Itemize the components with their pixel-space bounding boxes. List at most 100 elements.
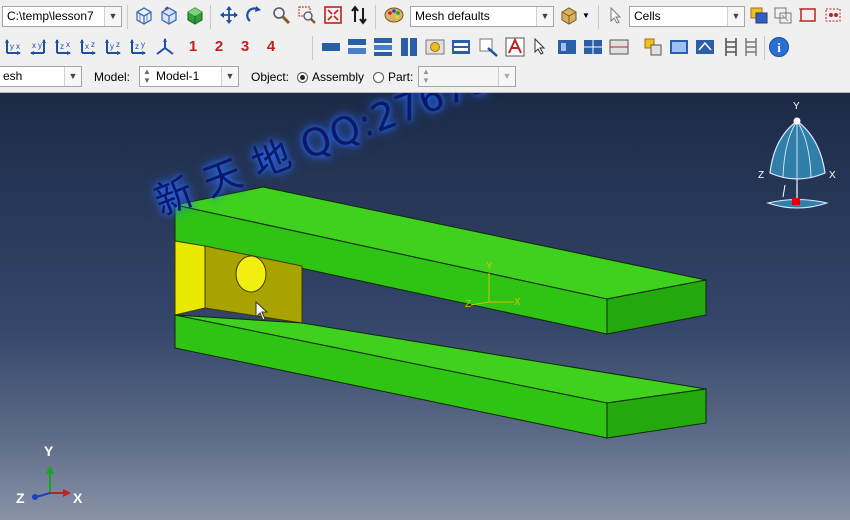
- wireframe-render-icon[interactable]: [133, 5, 155, 27]
- color-palette-icon[interactable]: [383, 5, 405, 27]
- assembly-display-icon[interactable]: [558, 5, 580, 27]
- chevron-down-icon[interactable]: ▼: [104, 7, 121, 26]
- select-inside-icon[interactable]: [748, 5, 770, 27]
- part-combo[interactable]: ▲ ▼ ▼: [418, 66, 516, 87]
- part-label: Part:: [388, 70, 414, 84]
- ladder-tool-icon[interactable]: [720, 36, 742, 58]
- object-label: Object:: [251, 70, 290, 84]
- datum-icon[interactable]: [642, 36, 664, 58]
- drag-shape-icon[interactable]: [797, 5, 819, 27]
- model-value: Model-1: [156, 69, 200, 83]
- view-3-button[interactable]: 3: [234, 36, 256, 58]
- partition-face-icon[interactable]: [608, 36, 630, 58]
- cube-z-label: Z: [758, 170, 765, 181]
- view-1-button[interactable]: 1: [182, 36, 204, 58]
- chevron-down-icon[interactable]: ▼: [64, 67, 81, 86]
- box-zoom-icon[interactable]: [296, 5, 318, 27]
- module-value: esh: [3, 69, 23, 83]
- graphics-viewport[interactable]: 新 天 地 QQ:2767376626 Y Z X Y X Z Y Z X: [0, 93, 850, 520]
- working-directory-combo[interactable]: C:\temp\lesson7 ▼: [2, 6, 122, 27]
- toolbar-separator: [312, 36, 313, 60]
- auto-fit-icon[interactable]: [322, 5, 344, 27]
- model-combo[interactable]: ▲ ▼ Model-1 ▼: [139, 66, 239, 87]
- hidden-line-render-icon[interactable]: [158, 5, 180, 27]
- global-axis-triad: [32, 465, 71, 500]
- mesh-controls-icon[interactable]: [372, 36, 394, 58]
- lower-arm[interactable]: [174, 314, 707, 439]
- create-bottom-up-icon[interactable]: [694, 36, 716, 58]
- selection-filter-value: Cells: [634, 9, 661, 23]
- seed-edges-icon[interactable]: [346, 36, 368, 58]
- xy-plane-icon[interactable]: yx: [2, 36, 24, 58]
- assembly-label: Assembly: [312, 70, 365, 84]
- toolbar-separator: [210, 5, 211, 29]
- svg-text:x: x: [66, 40, 70, 49]
- chevron-down-icon[interactable]: ▼: [727, 7, 744, 26]
- ladder-tool-icon[interactable]: [740, 36, 762, 58]
- toolbar-separator: [764, 36, 765, 60]
- mesh-stack-icon[interactable]: [668, 36, 690, 58]
- assembly-radio[interactable]: [297, 72, 308, 83]
- svg-text:y: y: [110, 42, 114, 51]
- cube-y-label: Y: [793, 101, 800, 112]
- view-2-button[interactable]: 2: [208, 36, 230, 58]
- yz-plane-icon[interactable]: yz: [102, 36, 124, 58]
- main-toolbar: C:\temp\lesson7 ▼ Mesh defaults ▼ ▼ Cell…: [0, 0, 850, 33]
- cube-x-label: X: [829, 170, 836, 181]
- working-directory-value: C:\temp\lesson7: [7, 9, 94, 23]
- chevron-down-icon[interactable]: ▼: [580, 5, 592, 27]
- select-nodes-icon[interactable]: [822, 5, 844, 27]
- global-x-label: X: [73, 490, 83, 506]
- select-arrow-icon[interactable]: [605, 5, 627, 27]
- spin-arrows-icon[interactable]: ▲ ▼: [422, 67, 430, 85]
- chevron-down-icon[interactable]: ▼: [221, 67, 238, 86]
- svg-text:z: z: [60, 42, 64, 51]
- svg-text:y: y: [141, 40, 145, 49]
- svg-text:z: z: [135, 42, 139, 51]
- zoom-icon[interactable]: [270, 5, 292, 27]
- svg-text:i: i: [777, 40, 781, 55]
- svg-text:y: y: [10, 42, 14, 51]
- svg-text:x: x: [32, 41, 36, 50]
- edit-mesh-icon[interactable]: [556, 36, 578, 58]
- mesh-color-coding-combo[interactable]: Mesh defaults ▼: [410, 6, 554, 27]
- context-bar: esh ▼ Model: ▲ ▼ Model-1 ▼ Object: Assemb…: [0, 62, 850, 93]
- mouse-cursor-icon: [255, 301, 269, 321]
- part-z-label: Z: [465, 299, 472, 310]
- chevron-down-icon[interactable]: ▼: [536, 7, 553, 26]
- iso-view-icon[interactable]: [154, 36, 176, 58]
- seed-part-icon[interactable]: [320, 36, 342, 58]
- select-overlap-icon[interactable]: [772, 5, 794, 27]
- partition-cell-icon[interactable]: [582, 36, 604, 58]
- rotate-icon[interactable]: [244, 5, 266, 27]
- info-icon[interactable]: i: [768, 36, 790, 58]
- shaded-render-icon[interactable]: [184, 5, 206, 27]
- cycle-views-icon[interactable]: [348, 5, 370, 27]
- toolbar-separator: [375, 5, 376, 29]
- element-type-icon[interactable]: [398, 36, 420, 58]
- toolbar-separator: [598, 5, 599, 29]
- mesh-region-icon[interactable]: [450, 36, 472, 58]
- selection-filter-combo[interactable]: Cells ▼: [629, 6, 745, 27]
- virtual-topology-icon[interactable]: [530, 36, 552, 58]
- spin-arrows-icon[interactable]: ▲ ▼: [143, 67, 151, 85]
- pan-icon[interactable]: [218, 5, 240, 27]
- global-z-label: Z: [16, 490, 25, 506]
- yx-plane-icon[interactable]: xy: [27, 36, 49, 58]
- chevron-down-icon[interactable]: ▼: [498, 67, 515, 86]
- xz-plane-icon[interactable]: xz: [77, 36, 99, 58]
- svg-text:z: z: [116, 40, 120, 49]
- part-radio[interactable]: [373, 72, 384, 83]
- assign-mesh-icon[interactable]: [504, 36, 526, 58]
- module-combo[interactable]: esh ▼: [0, 66, 82, 87]
- view-4-button[interactable]: 4: [260, 36, 282, 58]
- mesh-part-icon[interactable]: [424, 36, 446, 58]
- toolbar-separator: [127, 5, 128, 29]
- view-cube[interactable]: [766, 117, 829, 209]
- zx-plane-icon[interactable]: zx: [52, 36, 74, 58]
- model-canvas: [32, 117, 829, 500]
- zy-plane-icon[interactable]: zy: [127, 36, 149, 58]
- part-x-label: X: [514, 297, 521, 308]
- verify-mesh-icon[interactable]: [478, 36, 500, 58]
- svg-text:x: x: [16, 42, 20, 51]
